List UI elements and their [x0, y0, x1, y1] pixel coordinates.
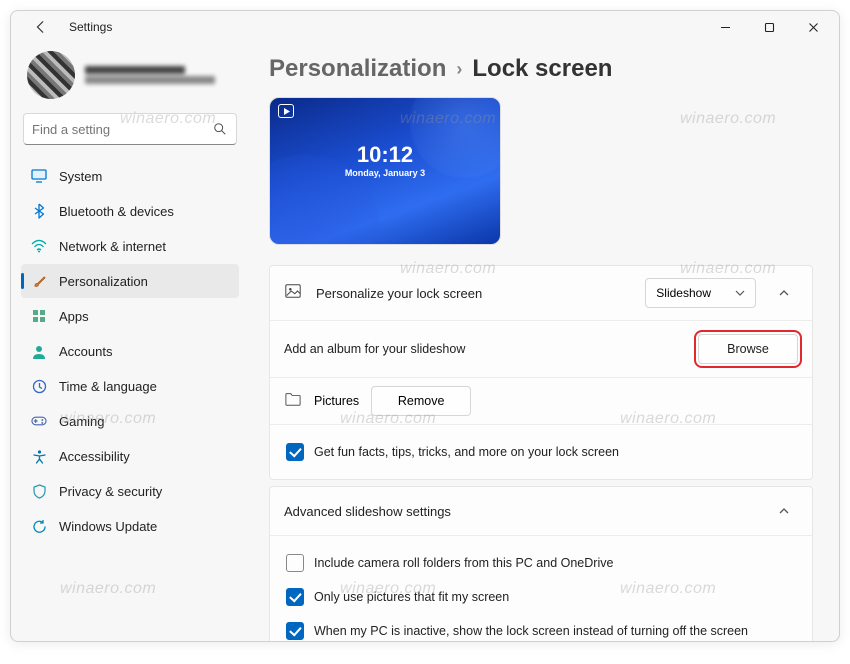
folder-name: Pictures — [314, 394, 359, 408]
search-icon — [212, 122, 228, 136]
slideshow-indicator-icon — [278, 104, 294, 118]
inactive-lockscreen-label: When my PC is inactive, show the lock sc… — [314, 624, 748, 638]
folder-icon — [284, 391, 302, 412]
lockscreen-type-dropdown[interactable]: Slideshow — [645, 278, 756, 308]
privacy-icon — [31, 483, 47, 499]
sidebar-item-label: Gaming — [59, 414, 105, 429]
personalize-title: Personalize your lock screen — [316, 286, 631, 301]
time-icon — [31, 378, 47, 394]
minimize-button[interactable] — [703, 13, 747, 41]
sidebar-item-privacy-security[interactable]: Privacy & security — [21, 474, 239, 508]
sidebar-item-label: Privacy & security — [59, 484, 162, 499]
sidebar-item-accounts[interactable]: Accounts — [21, 334, 239, 368]
collapse-button[interactable] — [770, 287, 798, 299]
close-button[interactable] — [791, 13, 835, 41]
wifi-icon — [31, 238, 47, 254]
advanced-header[interactable]: Advanced slideshow settings — [270, 487, 812, 535]
image-icon — [284, 282, 302, 305]
sidebar-item-gaming[interactable]: Gaming — [21, 404, 239, 438]
fit-screen-label: Only use pictures that fit my screen — [314, 590, 509, 604]
search-box[interactable] — [23, 113, 237, 145]
sidebar-item-bluetooth-devices[interactable]: Bluetooth & devices — [21, 194, 239, 228]
avatar — [27, 51, 75, 99]
sidebar-item-label: System — [59, 169, 102, 184]
sidebar-item-network-internet[interactable]: Network & internet — [21, 229, 239, 263]
sidebar-item-label: Personalization — [59, 274, 148, 289]
browse-button[interactable]: Browse — [698, 334, 798, 364]
breadcrumb: Personalization › Lock screen — [269, 55, 813, 83]
sidebar-item-system[interactable]: System — [21, 159, 239, 193]
system-icon — [31, 168, 47, 184]
sidebar-item-label: Bluetooth & devices — [59, 204, 174, 219]
breadcrumb-current: Lock screen — [472, 55, 612, 83]
gaming-icon — [31, 413, 47, 429]
camera-roll-checkbox[interactable] — [286, 554, 304, 572]
sidebar-item-time-language[interactable]: Time & language — [21, 369, 239, 403]
access-icon — [31, 448, 47, 464]
bluetooth-icon — [31, 203, 47, 219]
back-button[interactable] — [27, 13, 55, 41]
funfacts-label: Get fun facts, tips, tricks, and more on… — [314, 445, 619, 459]
preview-date: Monday, January 3 — [270, 168, 500, 178]
lockscreen-preview[interactable]: 10:12 Monday, January 3 — [269, 97, 501, 245]
funfacts-checkbox[interactable] — [286, 443, 304, 461]
advanced-title: Advanced slideshow settings — [284, 504, 756, 519]
sidebar-item-windows-update[interactable]: Windows Update — [21, 509, 239, 543]
sidebar-item-apps[interactable]: Apps — [21, 299, 239, 333]
advanced-slideshow-card: Advanced slideshow settings Include came… — [269, 486, 813, 641]
update-icon — [31, 518, 47, 534]
titlebar: Settings — [11, 11, 839, 43]
personalize-lockscreen-card: Personalize your lock screen Slideshow A… — [269, 265, 813, 480]
sidebar-item-label: Apps — [59, 309, 89, 324]
preview-time: 10:12 — [270, 142, 500, 168]
user-account-block[interactable] — [21, 43, 239, 111]
breadcrumb-parent[interactable]: Personalization — [269, 55, 446, 83]
brush-icon — [31, 273, 47, 289]
window-title: Settings — [69, 20, 112, 34]
sidebar-item-label: Network & internet — [59, 239, 166, 254]
chevron-right-icon: › — [456, 59, 462, 80]
sidebar: System Bluetooth & devices Network & inter… — [11, 43, 249, 641]
sidebar-item-personalization[interactable]: Personalization — [21, 264, 239, 298]
chevron-down-icon — [735, 288, 745, 298]
search-input[interactable] — [32, 122, 212, 137]
user-info — [85, 66, 215, 84]
sidebar-item-accessibility[interactable]: Accessibility — [21, 439, 239, 473]
remove-button[interactable]: Remove — [371, 386, 471, 416]
collapse-button-2[interactable] — [770, 505, 798, 517]
sidebar-item-label: Accessibility — [59, 449, 130, 464]
sidebar-item-label: Windows Update — [59, 519, 157, 534]
inactive-lockscreen-checkbox[interactable] — [286, 622, 304, 640]
sidebar-item-label: Accounts — [59, 344, 112, 359]
account-icon — [31, 343, 47, 359]
main-content: Personalization › Lock screen 10:12 Mond… — [249, 43, 839, 641]
camera-roll-label: Include camera roll folders from this PC… — [314, 556, 613, 570]
maximize-button[interactable] — [747, 13, 791, 41]
apps-icon — [31, 308, 47, 324]
sidebar-item-label: Time & language — [59, 379, 157, 394]
fit-screen-checkbox[interactable] — [286, 588, 304, 606]
add-album-label: Add an album for your slideshow — [284, 342, 465, 356]
